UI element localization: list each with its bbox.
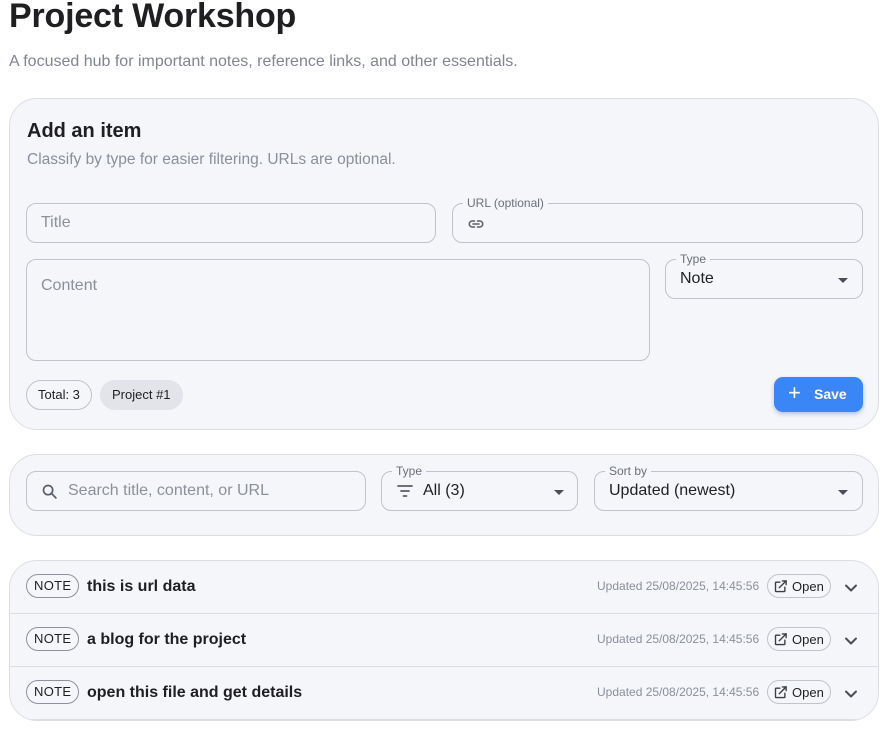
items-list: NOTE this is url data Updated 25/08/2025… xyxy=(9,560,879,721)
filter-card: Search title, content, or URL Type All (… xyxy=(9,454,879,536)
item-title: open this file and get details xyxy=(87,684,303,701)
page-subtitle: A focused hub for important notes, refer… xyxy=(9,53,518,70)
type-select-label: Type xyxy=(676,252,711,266)
sort-select[interactable]: Sort by Updated (newest) xyxy=(594,464,863,511)
external-link-icon xyxy=(773,632,788,654)
add-item-card: Add an item Classify by type for easier … xyxy=(9,98,879,430)
link-icon xyxy=(467,215,485,238)
filter-icon xyxy=(397,484,413,503)
type-tag: NOTE xyxy=(26,574,80,598)
open-label: Open xyxy=(792,685,824,700)
external-link-icon xyxy=(773,685,788,707)
updated-timestamp: Updated 25/08/2025, 14:45:56 xyxy=(597,685,760,699)
type-select[interactable]: Type Note xyxy=(665,252,863,299)
content-placeholder: Content xyxy=(41,277,98,294)
type-tag: NOTE xyxy=(26,680,80,704)
list-item[interactable]: NOTE open this file and get details Upda… xyxy=(10,667,878,720)
url-label: URL (optional) xyxy=(463,196,548,210)
updated-timestamp: Updated 25/08/2025, 14:45:56 xyxy=(597,579,760,593)
chevron-down-icon xyxy=(838,490,848,495)
chevron-down-icon xyxy=(838,278,848,283)
external-link-icon xyxy=(773,579,788,601)
search-icon xyxy=(41,483,58,505)
item-title: a blog for the project xyxy=(87,631,247,648)
type-filter-label: Type xyxy=(392,464,427,478)
open-label: Open xyxy=(792,632,824,647)
save-button[interactable]: + Save xyxy=(774,377,863,412)
list-item[interactable]: NOTE a blog for the project Updated 25/0… xyxy=(10,614,878,667)
search-input[interactable]: Search title, content, or URL xyxy=(26,471,366,511)
chevron-down-icon[interactable] xyxy=(844,633,858,651)
open-button[interactable]: Open xyxy=(767,680,831,704)
open-button[interactable]: Open xyxy=(767,627,831,651)
total-chip: Total: 3 xyxy=(26,380,92,410)
title-placeholder: Title xyxy=(41,214,71,231)
add-item-subtitle: Classify by type for easier filtering. U… xyxy=(27,151,396,168)
project-chip: Project #1 xyxy=(100,380,183,410)
url-input[interactable]: URL (optional) xyxy=(452,196,863,243)
chevron-down-icon[interactable] xyxy=(844,580,858,598)
type-filter-select[interactable]: Type All (3) xyxy=(381,464,578,511)
sort-label: Sort by xyxy=(605,464,652,478)
save-label: Save xyxy=(814,386,847,402)
sort-value: Updated (newest) xyxy=(609,482,736,499)
type-tag: NOTE xyxy=(26,627,80,651)
add-item-title: Add an item xyxy=(27,120,142,142)
content-textarea[interactable]: Content xyxy=(26,259,650,361)
type-select-value: Note xyxy=(680,270,714,287)
page-title: Project Workshop xyxy=(9,0,297,35)
type-filter-value: All (3) xyxy=(423,482,465,499)
list-item[interactable]: NOTE this is url data Updated 25/08/2025… xyxy=(10,561,878,614)
search-placeholder: Search title, content, or URL xyxy=(68,482,269,499)
title-input[interactable]: Title xyxy=(26,203,436,243)
chevron-down-icon xyxy=(554,490,564,495)
plus-icon: + xyxy=(788,380,801,405)
updated-timestamp: Updated 25/08/2025, 14:45:56 xyxy=(597,632,760,646)
item-title: this is url data xyxy=(87,578,196,595)
chevron-down-icon[interactable] xyxy=(844,686,858,704)
open-button[interactable]: Open xyxy=(767,574,831,598)
open-label: Open xyxy=(792,579,824,594)
